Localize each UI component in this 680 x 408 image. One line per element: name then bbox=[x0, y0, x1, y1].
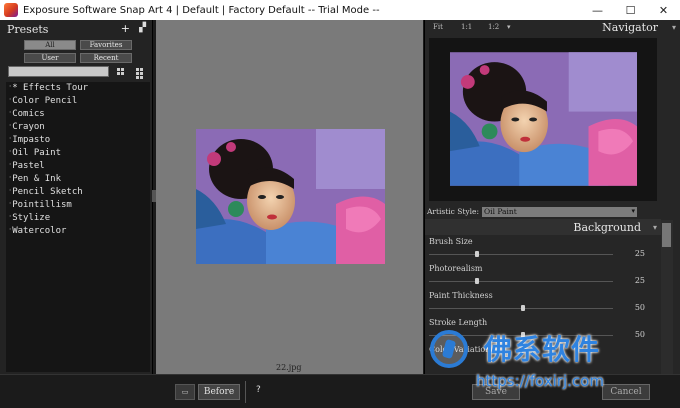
list-item[interactable]: 'Crayon bbox=[6, 121, 150, 134]
view-mode-button[interactable]: ▭ bbox=[175, 384, 195, 400]
param-color-variation: Color Variation bbox=[429, 345, 653, 359]
param-slider-track[interactable] bbox=[429, 254, 613, 255]
window-title: Exposure Software Snap Art 4 | Default |… bbox=[23, 4, 380, 16]
presets-title: Presets bbox=[7, 22, 49, 36]
artistic-style-select[interactable]: Oil Paint ▾ bbox=[482, 206, 638, 217]
param-paint-thickness: Paint Thickness 50 bbox=[429, 291, 653, 317]
zoom-1-2-button[interactable]: 1:2 bbox=[488, 23, 499, 31]
settings-scrollbar[interactable] bbox=[661, 220, 673, 374]
preview-image bbox=[196, 129, 385, 264]
filter-favorites-button[interactable]: Favorites bbox=[80, 40, 132, 50]
title-bar: Exposure Software Snap Art 4 | Default |… bbox=[0, 0, 680, 20]
param-photorealism: Photorealism 25 bbox=[429, 264, 653, 290]
filter-user-button[interactable]: User bbox=[24, 53, 76, 63]
list-item[interactable]: 'Pencil Sketch bbox=[6, 186, 150, 199]
list-item[interactable]: 'Stylize bbox=[6, 212, 150, 225]
param-slider-handle[interactable] bbox=[475, 278, 479, 284]
cancel-button[interactable]: Cancel bbox=[602, 384, 650, 400]
list-item[interactable]: 'Pastel bbox=[6, 160, 150, 173]
list-view-icon[interactable] bbox=[136, 68, 145, 79]
navigator-header: Fit 1:1 1:2 ▾ Navigator ▾ bbox=[425, 20, 680, 36]
param-slider-handle[interactable] bbox=[475, 251, 479, 257]
background-header[interactable]: Background ▾ bbox=[425, 219, 661, 235]
param-stroke-length: Stroke Length 50 bbox=[429, 318, 653, 344]
list-item[interactable]: 'Watercolor bbox=[6, 225, 150, 238]
before-button[interactable]: Before bbox=[198, 384, 240, 400]
preset-search-input[interactable] bbox=[8, 66, 109, 77]
param-value: 25 bbox=[634, 249, 645, 258]
param-value: 50 bbox=[634, 303, 645, 312]
chevron-down-icon: ▾ bbox=[631, 206, 636, 215]
list-item[interactable]: 'Color Pencil bbox=[6, 95, 150, 108]
window-controls: — ☐ ✕ bbox=[581, 0, 680, 20]
navigator-image bbox=[450, 52, 637, 186]
navigator-preview[interactable] bbox=[429, 38, 657, 201]
param-label: Brush Size bbox=[429, 237, 473, 246]
help-icon[interactable]: ? bbox=[256, 385, 261, 395]
bottom-toolbar: ▭ Before ? Save Cancel bbox=[0, 374, 680, 408]
grid-view-icon[interactable] bbox=[117, 68, 125, 76]
filter-all-button[interactable]: All bbox=[24, 40, 76, 50]
list-item[interactable]: 'Pen & Ink bbox=[6, 173, 150, 186]
list-item[interactable]: 'Impasto bbox=[6, 134, 150, 147]
preview-canvas[interactable]: 22.jpg bbox=[156, 20, 423, 374]
pin-icon[interactable]: ▞ bbox=[139, 23, 146, 33]
list-item[interactable]: 'Pointillism bbox=[6, 199, 150, 212]
navigator-menu-icon[interactable]: ▾ bbox=[672, 23, 676, 32]
toolbar-divider bbox=[245, 381, 246, 403]
zoom-fit-button[interactable]: Fit bbox=[433, 23, 443, 31]
minimize-button[interactable]: — bbox=[581, 0, 614, 20]
param-label: Stroke Length bbox=[429, 318, 488, 327]
zoom-menu-icon[interactable]: ▾ bbox=[507, 23, 511, 31]
param-label: Photorealism bbox=[429, 264, 483, 273]
maximize-button[interactable]: ☐ bbox=[614, 0, 647, 20]
param-label: Color Variation bbox=[429, 345, 491, 354]
param-slider-handle[interactable] bbox=[521, 305, 525, 311]
param-slider-handle[interactable] bbox=[521, 332, 525, 338]
zoom-1-1-button[interactable]: 1:1 bbox=[461, 23, 472, 31]
artistic-style-label: Artistic Style: bbox=[427, 207, 480, 216]
param-value: 50 bbox=[634, 330, 645, 339]
add-preset-icon[interactable]: + bbox=[121, 22, 130, 35]
filter-recent-button[interactable]: Recent bbox=[80, 53, 132, 63]
list-item[interactable]: 'Oil Paint bbox=[6, 147, 150, 160]
artistic-style-row: Artistic Style: Oil Paint ▾ bbox=[427, 206, 659, 217]
right-panel: Fit 1:1 1:2 ▾ Navigator ▾ Artistic Style… bbox=[424, 20, 680, 374]
background-title: Background bbox=[573, 221, 641, 234]
preset-list: '* Effects Tour 'Color Pencil 'Comics 'C… bbox=[6, 82, 150, 372]
artistic-style-value: Oil Paint bbox=[484, 207, 517, 216]
list-item[interactable]: 'Comics bbox=[6, 108, 150, 121]
presets-header: Presets + ▞ bbox=[0, 20, 152, 38]
param-value: 25 bbox=[634, 276, 645, 285]
background-menu-icon[interactable]: ▾ bbox=[653, 223, 657, 232]
list-item[interactable]: '* Effects Tour bbox=[6, 82, 150, 95]
navigator-title: Navigator bbox=[602, 21, 658, 34]
presets-panel: Presets + ▞ All Favorites User Recent '*… bbox=[0, 20, 153, 374]
close-button[interactable]: ✕ bbox=[647, 0, 680, 20]
canvas-filename: 22.jpg bbox=[276, 363, 302, 372]
app-logo-icon bbox=[4, 3, 18, 17]
scrollbar-thumb[interactable] bbox=[662, 223, 671, 247]
save-button[interactable]: Save bbox=[472, 384, 520, 400]
param-brush-size: Brush Size 25 bbox=[429, 237, 653, 263]
param-slider-track[interactable] bbox=[429, 281, 613, 282]
param-label: Paint Thickness bbox=[429, 291, 493, 300]
